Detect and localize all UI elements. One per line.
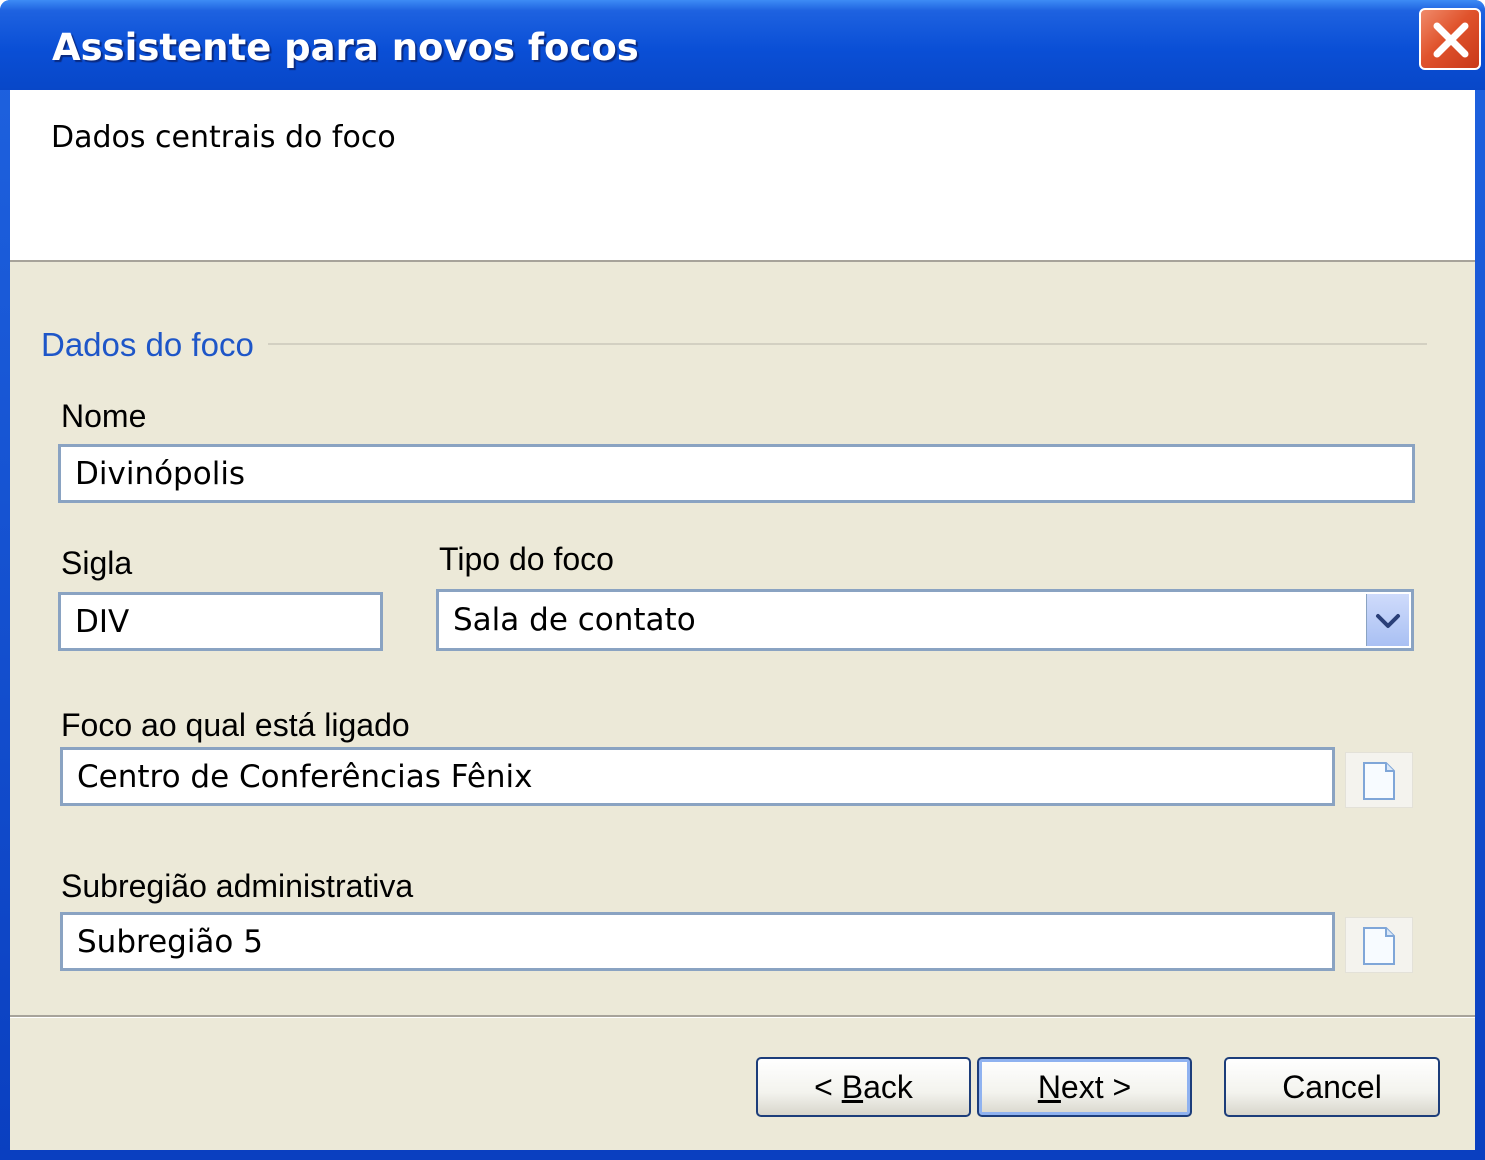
cancel-button[interactable]: Cancel [1224,1057,1440,1117]
tipo-dropdown-button[interactable] [1366,594,1409,646]
nome-input[interactable]: Divinópolis [58,444,1415,503]
foco-ligado-value: Centro de Conferências Fênix [77,758,533,795]
back-mnemonic: B [841,1069,864,1105]
sigla-input[interactable]: DIV [58,592,383,651]
subregiao-value: Subregião 5 [77,923,263,960]
nome-label: Nome [61,398,147,434]
next-button[interactable]: Next > [977,1057,1192,1117]
document-icon [1363,927,1395,965]
subregiao-label: Subregião administrativa [61,868,414,904]
wizard-window: Assistente para novos focos Dados centra… [0,0,1485,1160]
section-divider [268,343,1427,345]
window-title: Assistente para novos focos [52,26,639,69]
tipo-label: Tipo do foco [439,541,614,577]
subregiao-browse-button[interactable] [1345,917,1413,973]
wizard-header: Dados centrais do foco [10,90,1475,262]
back-label-rest: ack [863,1069,913,1105]
back-prefix: < [814,1069,842,1105]
close-button[interactable] [1419,8,1481,70]
foco-ligado-label: Foco ao qual está ligado [61,707,410,743]
tipo-select[interactable]: Sala de contato [436,589,1414,651]
title-bar[interactable]: Assistente para novos focos [0,0,1485,90]
wizard-body: Dados centrais do foco Dados do foco Nom… [10,90,1475,1150]
wizard-subtitle: Dados centrais do foco [51,120,396,155]
back-button[interactable]: < Back [756,1057,971,1117]
sigla-label: Sigla [61,545,133,581]
next-label-rest: ext > [1060,1069,1132,1105]
nome-value: Divinópolis [75,455,246,492]
sigla-value: DIV [75,603,130,640]
foco-ligado-input[interactable]: Centro de Conferências Fênix [60,747,1335,806]
next-mnemonic: N [1037,1069,1061,1105]
chevron-down-icon [1376,614,1400,628]
close-icon [1433,22,1469,58]
footer-divider-highlight [10,1017,1475,1018]
foco-ligado-browse-button[interactable] [1345,752,1413,808]
subregiao-input[interactable]: Subregião 5 [60,912,1335,971]
document-icon [1363,762,1395,800]
tipo-value: Sala de contato [453,602,696,638]
section-title: Dados do foco [41,326,254,363]
